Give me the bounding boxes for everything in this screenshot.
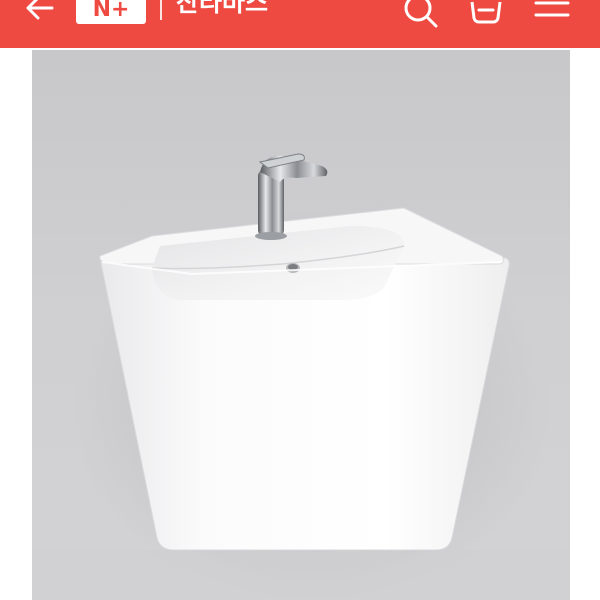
search-button[interactable] xyxy=(400,0,444,32)
menu-button[interactable] xyxy=(530,0,574,32)
header-divider xyxy=(160,0,162,20)
basket-icon xyxy=(470,1,502,24)
app-screen: N+ 산타바스 xyxy=(0,0,600,600)
top-app-bar: N+ 산타바스 xyxy=(0,0,600,48)
brand-logo-text: N+ xyxy=(92,0,130,22)
brand-logo[interactable]: N+ xyxy=(76,0,146,24)
back-button[interactable] xyxy=(22,0,62,30)
search-icon xyxy=(404,0,438,28)
product-image-gallery[interactable] xyxy=(32,50,570,600)
washbasin-product-image xyxy=(32,50,570,600)
store-name[interactable]: 산타바스 xyxy=(176,0,268,18)
arrow-left-icon xyxy=(26,0,54,20)
hamburger-menu-icon xyxy=(534,1,570,17)
cart-button[interactable] xyxy=(464,0,508,32)
